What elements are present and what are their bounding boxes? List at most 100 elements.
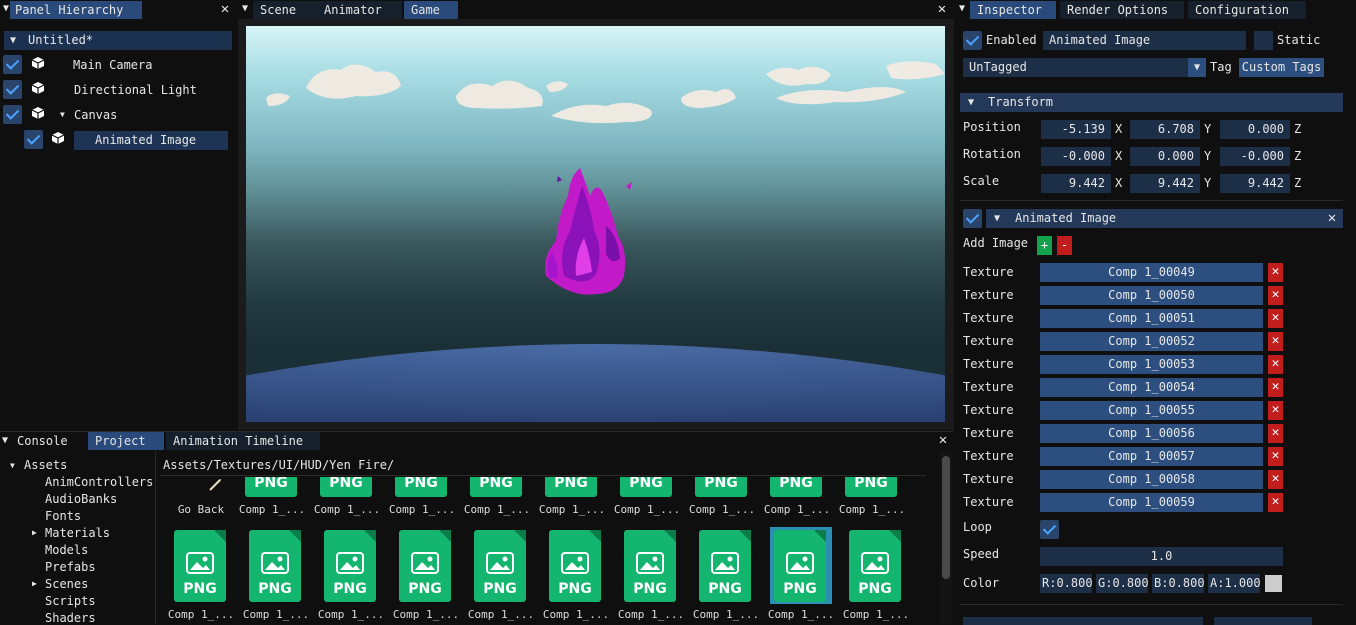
speed-input[interactable]: 1.0 — [1040, 547, 1283, 566]
tab-panel-hierarchy[interactable]: Panel Hierarchy — [10, 1, 142, 19]
hierarchy-item-directional-light[interactable]: Directional Light — [74, 83, 197, 97]
rotation-x-input[interactable]: -0.000 — [1041, 147, 1111, 166]
game-view[interactable] — [246, 26, 945, 422]
checkbox-animated-image[interactable] — [24, 130, 43, 149]
texture-slot-button[interactable]: Comp 1_00049 — [1040, 263, 1263, 282]
texture-slot-button[interactable]: Comp 1_00058 — [1040, 470, 1263, 489]
panel-menu-icon[interactable]: ▼ — [242, 3, 248, 14]
hierarchy-item-animated-image[interactable]: Animated Image — [95, 133, 196, 147]
png-file-item[interactable]: PNG Comp 1_... — [393, 530, 459, 624]
position-x-input[interactable]: -5.139 — [1041, 120, 1111, 139]
checkbox-directional-light[interactable] — [3, 80, 22, 99]
chevron-down-icon[interactable]: ▼ — [968, 97, 974, 108]
texture-slot-button[interactable]: Comp 1_00055 — [1040, 401, 1263, 420]
remove-texture-icon[interactable]: ✕ — [1268, 447, 1283, 466]
tree-item-scripts[interactable]: Scripts — [45, 594, 96, 608]
tab-animation-timeline[interactable]: Animation Timeline — [166, 432, 320, 450]
texture-slot-button[interactable]: Comp 1_00051 — [1040, 309, 1263, 328]
tree-item-models[interactable]: Models — [45, 543, 88, 557]
tree-item-shaders[interactable]: Shaders — [45, 611, 96, 625]
texture-slot-button[interactable]: Comp 1_00052 — [1040, 332, 1263, 351]
remove-texture-icon[interactable]: ✕ — [1268, 378, 1283, 397]
png-file-item[interactable]: PNG Comp 1_... — [618, 530, 684, 624]
close-icon[interactable]: ✕ — [936, 431, 950, 450]
object-name-input[interactable]: Animated Image — [1043, 31, 1246, 50]
scale-x-input[interactable]: 9.442 — [1041, 174, 1111, 193]
tab-animator[interactable]: Animator — [317, 1, 402, 19]
chevron-right-icon[interactable]: ▶ — [32, 528, 37, 537]
png-file-item[interactable]: PNG Comp 1_... — [168, 530, 234, 624]
texture-slot-button[interactable]: Comp 1_00050 — [1040, 286, 1263, 305]
enabled-checkbox[interactable] — [963, 31, 982, 50]
png-file-item[interactable]: PNG Comp 1_... — [314, 477, 380, 517]
remove-texture-icon[interactable]: ✕ — [1268, 493, 1283, 512]
go-back-item[interactable]: Go Back — [172, 477, 232, 517]
tree-item-prefabs[interactable]: Prefabs — [45, 560, 96, 574]
png-file-item[interactable]: PNG Comp 1_... — [839, 477, 905, 517]
chevron-down-icon[interactable]: ▼ — [10, 461, 15, 470]
checkbox-canvas[interactable] — [3, 105, 22, 124]
loop-checkbox[interactable] — [1040, 520, 1059, 539]
static-checkbox[interactable] — [1254, 31, 1273, 50]
close-icon[interactable]: ✕ — [218, 0, 232, 19]
tab-configuration[interactable]: Configuration — [1188, 1, 1306, 19]
tree-item-materials[interactable]: Materials — [45, 526, 110, 540]
png-file-item[interactable]: PNG Comp 1_... — [464, 477, 530, 517]
texture-slot-button[interactable]: Comp 1_00057 — [1040, 447, 1263, 466]
png-file-item[interactable]: PNG Comp 1_... — [389, 477, 455, 517]
png-file-item[interactable]: PNG Comp 1_... — [543, 530, 609, 624]
png-file-item[interactable]: PNG Comp 1_... — [689, 477, 755, 517]
remove-texture-icon[interactable]: ✕ — [1268, 332, 1283, 351]
texture-slot-button[interactable]: Comp 1_00059 — [1040, 493, 1263, 512]
scale-z-input[interactable]: 9.442 — [1220, 174, 1290, 193]
close-icon[interactable]: ✕ — [935, 0, 949, 19]
panel-menu-icon[interactable]: ▼ — [3, 3, 9, 14]
png-file-item[interactable]: PNG Comp 1_... — [614, 477, 680, 517]
chevron-right-icon[interactable]: ▶ — [32, 579, 37, 588]
png-file-item[interactable]: PNG Comp 1_... — [539, 477, 605, 517]
color-a-input[interactable]: A:1.000 — [1208, 574, 1260, 593]
texture-slot-button[interactable]: Comp 1_00056 — [1040, 424, 1263, 443]
remove-texture-icon[interactable]: ✕ — [1268, 263, 1283, 282]
scale-y-input[interactable]: 9.442 — [1130, 174, 1200, 193]
rotation-z-input[interactable]: -0.000 — [1220, 147, 1290, 166]
panel-menu-icon[interactable]: ▼ — [2, 435, 8, 446]
chevron-down-icon[interactable]: ▼ — [60, 110, 65, 119]
tab-game[interactable]: Game — [404, 1, 458, 19]
chevron-down-icon[interactable]: ▼ — [994, 213, 1000, 224]
texture-slot-button[interactable]: Comp 1_00054 — [1040, 378, 1263, 397]
png-file-item[interactable]: PNG Comp 1_... — [764, 477, 830, 517]
png-file-item[interactable]: PNG Comp 1_... — [468, 530, 534, 624]
tree-item-animcontrollers[interactable]: AnimControllers — [45, 475, 153, 489]
custom-tags-button[interactable]: Custom Tags — [1239, 58, 1324, 77]
checkbox-main-camera[interactable] — [3, 55, 22, 74]
tree-item-audiobanks[interactable]: AudioBanks — [45, 492, 117, 506]
hierarchy-item-canvas[interactable]: Canvas — [74, 108, 117, 122]
png-file-item[interactable]: PNG Comp 1_... — [318, 530, 384, 624]
component-enabled-checkbox[interactable] — [963, 209, 982, 228]
texture-slot-button[interactable]: Comp 1_00053 — [1040, 355, 1263, 374]
remove-texture-icon[interactable]: ✕ — [1268, 424, 1283, 443]
tab-scene[interactable]: Scene — [253, 1, 319, 19]
chevron-down-icon[interactable]: ▼ — [10, 35, 16, 46]
tag-dropdown[interactable]: UnTagged — [963, 58, 1188, 77]
hierarchy-item-main-camera[interactable]: Main Camera — [73, 58, 152, 72]
remove-texture-icon[interactable]: ✕ — [1268, 401, 1283, 420]
tab-project[interactable]: Project — [88, 432, 164, 450]
tab-console[interactable]: Console — [10, 432, 88, 450]
color-b-input[interactable]: B:0.800 — [1152, 574, 1204, 593]
remove-texture-icon[interactable]: ✕ — [1268, 286, 1283, 305]
tree-item-scenes[interactable]: Scenes — [45, 577, 88, 591]
png-file-item[interactable]: PNG Comp 1_... — [239, 477, 305, 517]
position-z-input[interactable]: 0.000 — [1220, 120, 1290, 139]
remove-texture-icon[interactable]: ✕ — [1268, 309, 1283, 328]
remove-texture-icon[interactable]: ✕ — [1268, 470, 1283, 489]
png-file-item[interactable]: PNG Comp 1_... — [693, 530, 759, 624]
tab-inspector[interactable]: Inspector — [970, 1, 1056, 19]
color-r-input[interactable]: R:0.800 — [1040, 574, 1092, 593]
add-image-button[interactable]: + — [1037, 236, 1052, 255]
color-swatch[interactable] — [1265, 575, 1282, 592]
remove-component-icon[interactable]: ✕ — [1325, 209, 1339, 228]
png-file-item[interactable]: PNG Comp 1_... — [243, 530, 309, 624]
png-file-item[interactable]: PNG Comp 1_... — [843, 530, 909, 624]
